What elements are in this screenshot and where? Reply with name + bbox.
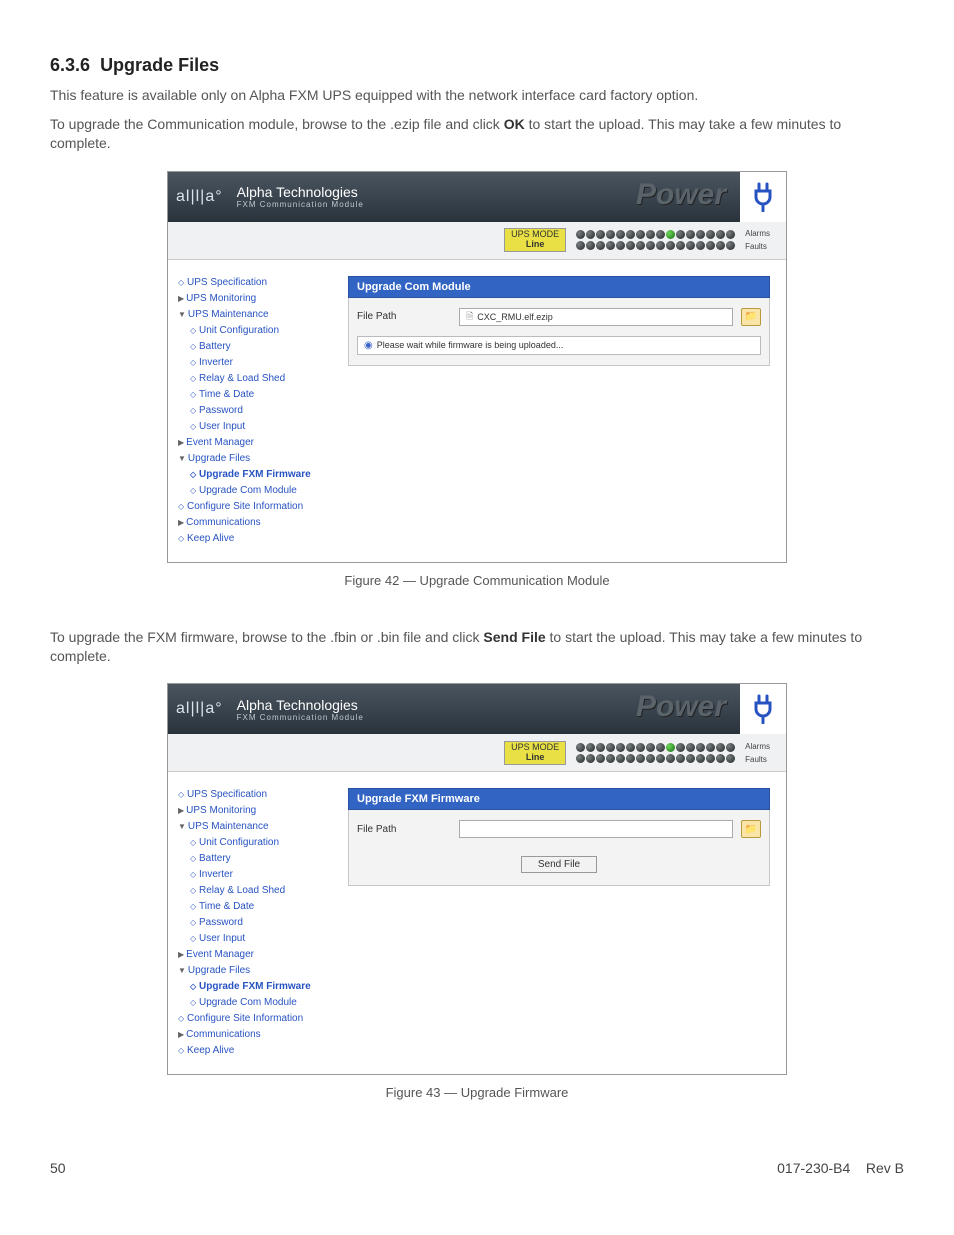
file-path-input[interactable]: 🗎 CXC_RMU.elf.ezip: [459, 308, 733, 326]
nav-communications[interactable]: ▶Communications: [178, 516, 336, 529]
nav-ups-spec[interactable]: ◇UPS Specification: [178, 788, 336, 801]
faults-label: Faults: [745, 242, 770, 251]
browse-button[interactable]: 📁: [741, 308, 761, 326]
nav-inverter[interactable]: ◇Inverter: [178, 356, 336, 369]
nav-unit-config[interactable]: ◇Unit Configuration: [178, 836, 336, 849]
section-heading: 6.3.6 Upgrade Files: [50, 55, 904, 76]
upgrade-com-panel: File Path 🗎 CXC_RMU.elf.ezip 📁 ◉ Please …: [348, 298, 770, 366]
nav-config-site[interactable]: ◇Configure Site Information: [178, 1012, 336, 1025]
nav-battery[interactable]: ◇Battery: [178, 340, 336, 353]
nav-time-date[interactable]: ◇Time & Date: [178, 900, 336, 913]
status-bar: UPS MODE Line Alarms Faults: [168, 734, 786, 772]
ups-mode-indicator: UPS MODE Line: [504, 741, 566, 765]
alarms-label: Alarms: [745, 229, 770, 238]
plug-icon[interactable]: [740, 684, 786, 734]
app-header: al|l|a° Alpha Technologies FXM Communica…: [168, 684, 786, 734]
nav-keep-alive[interactable]: ◇Keep Alive: [178, 532, 336, 545]
power-watermark: Power: [636, 690, 726, 724]
plug-icon[interactable]: [740, 172, 786, 222]
ups-mode-indicator: UPS MODE Line: [504, 228, 566, 252]
nav-battery[interactable]: ◇Battery: [178, 852, 336, 865]
nav-user-input[interactable]: ◇User Input: [178, 420, 336, 433]
send-file-button[interactable]: Send File: [521, 856, 597, 873]
nav-upgrade-com[interactable]: ◇Upgrade Com Module: [178, 996, 336, 1009]
file-path-value: CXC_RMU.elf.ezip: [477, 312, 553, 322]
nav-password[interactable]: ◇Password: [178, 916, 336, 929]
upgrade-com-paragraph: To upgrade the Communication module, bro…: [50, 115, 904, 153]
panel-title: Upgrade Com Module: [348, 276, 770, 298]
nav-time-date[interactable]: ◇Time & Date: [178, 388, 336, 401]
app-title-block: Alpha Technologies FXM Communication Mod…: [237, 697, 364, 722]
nav-sidebar: ◇UPS Specification ▶UPS Monitoring ▼UPS …: [168, 772, 340, 1074]
figure-42-caption: Figure 42 — Upgrade Communication Module: [50, 573, 904, 588]
nav-sidebar: ◇UPS Specification ▶UPS Monitoring ▼UPS …: [168, 260, 340, 562]
status-bar: UPS MODE Line Alarms Faults: [168, 222, 786, 260]
brand-subtitle: FXM Communication Module: [237, 200, 364, 209]
brand-text: Alpha Technologies: [237, 697, 364, 713]
spinner-icon: ◉: [364, 340, 373, 351]
rev-label: Rev B: [866, 1160, 904, 1176]
figure-43-caption: Figure 43 — Upgrade Firmware: [50, 1085, 904, 1100]
nav-upgrade-files[interactable]: ▼Upgrade Files: [178, 964, 336, 977]
app-title-block: Alpha Technologies FXM Communication Mod…: [237, 184, 364, 209]
panel-title: Upgrade FXM Firmware: [348, 788, 770, 810]
nav-relay[interactable]: ◇Relay & Load Shed: [178, 884, 336, 897]
nav-event-manager[interactable]: ▶Event Manager: [178, 436, 336, 449]
nav-ups-monitoring[interactable]: ▶UPS Monitoring: [178, 804, 336, 817]
file-path-label: File Path: [357, 824, 451, 835]
nav-ups-spec[interactable]: ◇UPS Specification: [178, 276, 336, 289]
intro-paragraph: This feature is available only on Alpha …: [50, 86, 904, 105]
nav-password[interactable]: ◇Password: [178, 404, 336, 417]
file-path-input[interactable]: [459, 820, 733, 838]
upgrade-fxm-panel: File Path 📁 Send File: [348, 810, 770, 886]
page-footer: 50 017-230-B4 Rev B: [50, 1160, 904, 1176]
nav-config-site[interactable]: ◇Configure Site Information: [178, 500, 336, 513]
nav-ups-monitoring[interactable]: ▶UPS Monitoring: [178, 292, 336, 305]
nav-keep-alive[interactable]: ◇Keep Alive: [178, 1044, 336, 1057]
nav-user-input[interactable]: ◇User Input: [178, 932, 336, 945]
led-strip: [576, 230, 735, 250]
nav-unit-config[interactable]: ◇Unit Configuration: [178, 324, 336, 337]
file-icon: 🗎: [466, 309, 473, 325]
logo-icon: al|l|a°: [176, 700, 223, 718]
nav-communications[interactable]: ▶Communications: [178, 1028, 336, 1041]
brand-text: Alpha Technologies: [237, 184, 364, 200]
nav-event-manager[interactable]: ▶Event Manager: [178, 948, 336, 961]
figure-42-screenshot: al|l|a° Alpha Technologies FXM Communica…: [167, 171, 787, 563]
nav-ups-maintenance[interactable]: ▼UPS Maintenance: [178, 308, 336, 321]
logo-icon: al|l|a°: [176, 188, 223, 206]
alarms-label: Alarms: [745, 742, 770, 751]
browse-button[interactable]: 📁: [741, 820, 761, 838]
doc-number: 017-230-B4: [777, 1160, 850, 1176]
led-strip: [576, 743, 735, 763]
upload-status-text: Please wait while firmware is being uplo…: [377, 340, 564, 350]
page-number: 50: [50, 1160, 66, 1176]
nav-upgrade-com[interactable]: ◇Upgrade Com Module: [178, 484, 336, 497]
upgrade-fxm-paragraph: To upgrade the FXM firmware, browse to t…: [50, 628, 904, 666]
nav-ups-maintenance[interactable]: ▼UPS Maintenance: [178, 820, 336, 833]
nav-relay[interactable]: ◇Relay & Load Shed: [178, 372, 336, 385]
figure-43-screenshot: al|l|a° Alpha Technologies FXM Communica…: [167, 683, 787, 1075]
power-watermark: Power: [636, 178, 726, 212]
nav-upgrade-fxm[interactable]: ◇Upgrade FXM Firmware: [178, 980, 336, 993]
faults-label: Faults: [745, 755, 770, 764]
app-header: al|l|a° Alpha Technologies FXM Communica…: [168, 172, 786, 222]
file-path-label: File Path: [357, 311, 451, 322]
nav-upgrade-fxm[interactable]: ◇Upgrade FXM Firmware: [178, 468, 336, 481]
upload-status-row: ◉ Please wait while firmware is being up…: [357, 336, 761, 355]
brand-subtitle: FXM Communication Module: [237, 713, 364, 722]
nav-inverter[interactable]: ◇Inverter: [178, 868, 336, 881]
nav-upgrade-files[interactable]: ▼Upgrade Files: [178, 452, 336, 465]
